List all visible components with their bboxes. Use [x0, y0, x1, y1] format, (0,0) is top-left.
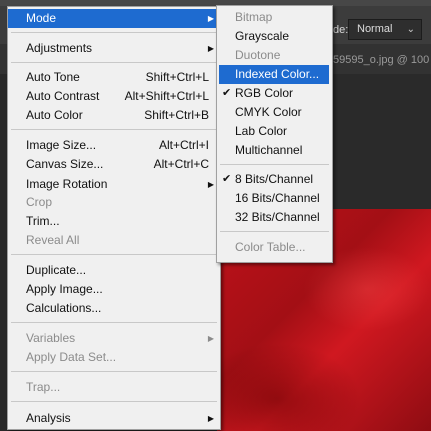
menu-item-label: Variables [26, 331, 76, 345]
submenu-item-label: RGB Color [235, 86, 294, 100]
submenu-item-cmyk-color[interactable]: CMYK Color [217, 103, 332, 122]
submenu-arrow-icon: ▶ [207, 44, 214, 53]
menu-separator [11, 322, 217, 323]
submenu-item-label: Grayscale [235, 29, 290, 43]
image-menu: Mode ▶ Adjustments ▶ Auto Tone Shift+Ctr… [7, 6, 221, 430]
submenu-item-bitmap[interactable]: Bitmap [217, 8, 332, 27]
menu-item-label: Apply Data Set... [26, 350, 117, 364]
menu-item-shortcut: Alt+Shift+Ctrl+L [124, 89, 209, 103]
menu-item-shortcut: Alt+Ctrl+C [153, 157, 209, 171]
menu-item-label: Crop [26, 195, 53, 209]
submenu-arrow-icon: ▶ [207, 14, 214, 23]
checkmark-icon: ✔ [222, 173, 232, 185]
submenu-item-16-bits[interactable]: 16 Bits/Channel [217, 189, 332, 208]
menu-item-label: Apply Image... [26, 282, 103, 296]
menu-item-auto-contrast[interactable]: Auto Contrast Alt+Shift+Ctrl+L [8, 87, 220, 106]
menu-item-shortcut: Alt+Ctrl+I [158, 138, 209, 152]
menu-item-adjustments[interactable]: Adjustments ▶ [8, 39, 220, 58]
submenu-item-indexed-color[interactable]: Indexed Color... [219, 65, 329, 84]
submenu-item-8-bits[interactable]: ✔ 8 Bits/Channel [217, 170, 332, 189]
menu-item-trim[interactable]: Trim... [8, 212, 220, 231]
menu-item-label: Adjustments [26, 41, 93, 55]
menu-item-label: Auto Color [26, 108, 83, 122]
menu-item-label: Analysis [26, 411, 71, 425]
submenu-item-color-table[interactable]: Color Table... [217, 238, 332, 257]
menu-item-calculations[interactable]: Calculations... [8, 299, 220, 318]
menu-separator [220, 164, 329, 165]
submenu-arrow-icon: ▶ [207, 180, 214, 189]
menu-item-analysis[interactable]: Analysis ▶ [8, 409, 220, 428]
submenu-item-label: Duotone [235, 48, 281, 62]
submenu-item-multichannel[interactable]: Multichannel [217, 141, 332, 160]
menu-separator [11, 62, 217, 63]
submenu-item-rgb-color[interactable]: ✔ RGB Color [217, 84, 332, 103]
submenu-item-label: Lab Color [235, 124, 288, 138]
checkmark-icon: ✔ [222, 87, 232, 99]
menu-item-label: Canvas Size... [26, 157, 104, 171]
menu-separator [11, 32, 217, 33]
menu-item-canvas-size[interactable]: Canvas Size... Alt+Ctrl+C [8, 155, 220, 174]
menu-item-crop[interactable]: Crop [8, 193, 220, 212]
menu-item-variables[interactable]: Variables ▶ [8, 329, 220, 348]
submenu-item-32-bits[interactable]: 32 Bits/Channel [217, 208, 332, 227]
menu-separator [220, 231, 329, 232]
blend-mode-label: de: [333, 24, 349, 36]
menu-item-auto-tone[interactable]: Auto Tone Shift+Ctrl+L [8, 68, 220, 87]
menu-separator [11, 371, 217, 372]
submenu-item-label: 16 Bits/Channel [235, 191, 320, 205]
menu-item-label: Image Rotation [26, 177, 108, 191]
menu-item-label: Auto Tone [26, 70, 80, 84]
menu-item-image-rotation[interactable]: Image Rotation ▶ [8, 175, 220, 194]
menu-separator [11, 129, 217, 130]
submenu-arrow-icon: ▶ [207, 414, 214, 423]
submenu-item-lab-color[interactable]: Lab Color [217, 122, 332, 141]
chevron-down-icon: ⌄ [406, 24, 415, 35]
menu-item-label: Auto Contrast [26, 89, 100, 103]
mode-submenu: Bitmap Grayscale Duotone Indexed Color..… [216, 5, 333, 263]
menu-separator [11, 254, 217, 255]
menu-item-apply-image[interactable]: Apply Image... [8, 280, 220, 299]
document-tab[interactable]: 59595_o.jpg @ 100 [333, 50, 431, 70]
menu-item-label: Duplicate... [26, 263, 87, 277]
menu-item-image-size[interactable]: Image Size... Alt+Ctrl+I [8, 136, 220, 155]
submenu-item-duotone[interactable]: Duotone [217, 46, 332, 65]
menu-item-label: Reveal All [26, 233, 80, 247]
menu-separator [11, 401, 217, 402]
menu-item-label: Image Size... [26, 138, 97, 152]
submenu-item-label: Bitmap [235, 10, 273, 24]
menu-item-label: Mode [26, 11, 57, 25]
submenu-item-label: Multichannel [235, 143, 303, 157]
menu-item-label: Trap... [26, 380, 61, 394]
submenu-item-label: 8 Bits/Channel [235, 172, 314, 186]
submenu-item-label: Indexed Color... [235, 67, 320, 81]
menu-item-apply-data-set[interactable]: Apply Data Set... [8, 348, 220, 367]
menu-item-auto-color[interactable]: Auto Color Shift+Ctrl+B [8, 106, 220, 125]
menu-item-mode[interactable]: Mode ▶ [8, 9, 220, 28]
submenu-item-label: Color Table... [235, 240, 306, 254]
menu-item-label: Trim... [26, 214, 60, 228]
blend-mode-value: Normal [357, 23, 393, 35]
submenu-arrow-icon: ▶ [207, 334, 214, 343]
submenu-item-grayscale[interactable]: Grayscale [217, 27, 332, 46]
menu-item-label: Calculations... [26, 301, 102, 315]
menu-item-shortcut: Shift+Ctrl+B [144, 108, 209, 122]
menu-item-duplicate[interactable]: Duplicate... [8, 261, 220, 280]
blend-mode-dropdown[interactable]: Normal ⌄ [348, 19, 422, 40]
menu-item-reveal-all[interactable]: Reveal All [8, 231, 220, 250]
menu-item-trap[interactable]: Trap... [8, 378, 220, 397]
submenu-item-label: CMYK Color [235, 105, 302, 119]
menu-item-shortcut: Shift+Ctrl+L [145, 70, 209, 84]
submenu-item-label: 32 Bits/Channel [235, 210, 320, 224]
